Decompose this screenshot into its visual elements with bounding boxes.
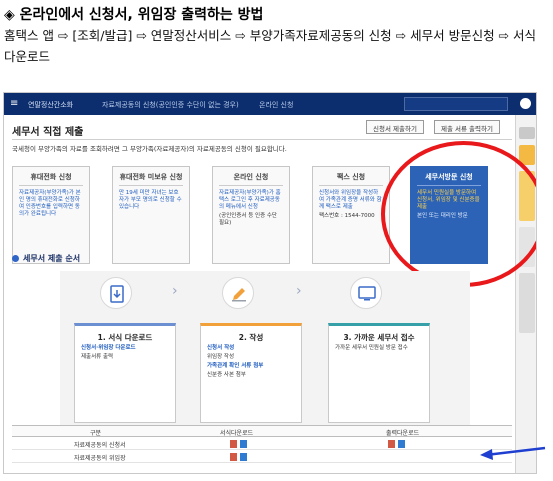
annotation-arrow-icon bbox=[480, 446, 546, 460]
